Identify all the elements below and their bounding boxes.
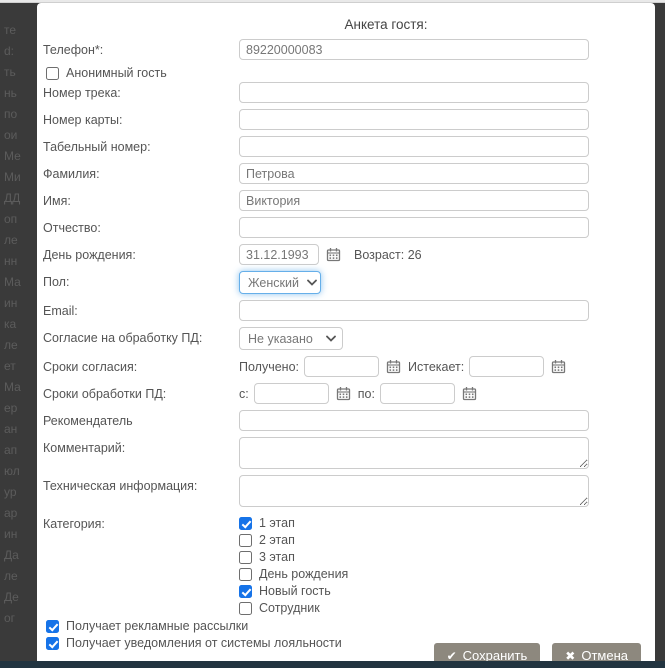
mailing-label: Получает рекламные рассылки — [66, 619, 248, 633]
guest-form-modal: Анкета гостя: Телефон*: Анонимный гость … — [37, 3, 655, 668]
processing-from-input[interactable] — [254, 383, 329, 404]
gender-select-value: Женский — [248, 276, 299, 290]
consent-row: Согласие на обработку ПД: Не указано — [43, 327, 641, 350]
category-option: 2 этап — [239, 533, 348, 547]
lastname-input[interactable] — [239, 163, 589, 184]
consent-received-calendar-icon[interactable] — [386, 359, 401, 374]
category-row: Категория: 1 этап 2 этап 3 этап День рож… — [43, 513, 641, 615]
age-text: Возраст: 26 — [354, 248, 422, 262]
category-new-guest-checkbox[interactable] — [239, 585, 252, 598]
consent-received-label: Получено: — [239, 360, 299, 374]
email-input[interactable] — [239, 300, 589, 321]
category-employee-checkbox[interactable] — [239, 602, 252, 615]
category-employee-label: Сотрудник — [259, 601, 320, 615]
consent-expires-calendar-icon[interactable] — [551, 359, 566, 374]
firstname-input[interactable] — [239, 190, 589, 211]
mailing-row: Получает рекламные рассылки — [46, 619, 641, 633]
lastname-row: Фамилия: — [43, 163, 641, 184]
firstname-label: Имя: — [43, 190, 239, 208]
loyalty-checkbox[interactable] — [46, 637, 59, 650]
consent-select-value: Не указано — [248, 332, 313, 346]
mailing-checkbox[interactable] — [46, 620, 59, 633]
middlename-row: Отчество: — [43, 217, 641, 238]
personnel-number-input[interactable] — [239, 136, 589, 157]
processing-terms-label: Сроки обработки ПД: — [43, 383, 239, 401]
consent-label: Согласие на обработку ПД: — [43, 327, 239, 345]
personnel-number-label: Табельный номер: — [43, 136, 239, 154]
consent-expires-label: Истекает: — [408, 360, 464, 374]
phone-input[interactable] — [239, 39, 589, 60]
processing-from-calendar-icon[interactable] — [336, 386, 351, 401]
category-birthday-label: День рождения — [259, 567, 348, 581]
chevron-down-icon — [307, 279, 317, 286]
consent-received-input[interactable] — [304, 356, 379, 377]
category-stage2-checkbox[interactable] — [239, 534, 252, 547]
track-number-label: Номер трека: — [43, 82, 239, 100]
firstname-row: Имя: — [43, 190, 641, 211]
track-number-input[interactable] — [239, 82, 589, 103]
consent-select[interactable]: Не указано — [239, 327, 343, 350]
anonymous-guest-checkbox[interactable] — [46, 67, 59, 80]
card-number-row: Номер карты: — [43, 109, 641, 130]
page-bottom-bar — [0, 661, 665, 668]
processing-terms-row: Сроки обработки ПД: с: по: — [43, 383, 641, 404]
comment-label: Комментарий: — [43, 437, 239, 455]
category-stage3-label: 3 этап — [259, 550, 295, 564]
gender-select[interactable]: Женский — [239, 271, 321, 294]
email-label: Email: — [43, 300, 239, 318]
middlename-label: Отчество: — [43, 217, 239, 235]
gender-row: Пол: Женский — [43, 271, 641, 294]
modal-title: Анкета гостя: — [43, 17, 641, 32]
lastname-label: Фамилия: — [43, 163, 239, 181]
category-option: День рождения — [239, 567, 348, 581]
anonymous-guest-label: Анонимный гость — [66, 66, 167, 80]
phone-row: Телефон*: — [43, 39, 641, 60]
birthday-label: День рождения: — [43, 244, 239, 262]
birthday-calendar-icon[interactable] — [326, 247, 341, 262]
gender-label: Пол: — [43, 271, 239, 289]
birthday-row: День рождения: Возраст: 26 — [43, 244, 641, 265]
processing-to-input[interactable] — [380, 383, 455, 404]
category-stage1-label: 1 этап — [259, 516, 295, 530]
tech-info-label: Техническая информация: — [43, 475, 239, 493]
category-stage3-checkbox[interactable] — [239, 551, 252, 564]
chevron-down-icon — [326, 335, 336, 342]
category-option: 3 этап — [239, 550, 348, 564]
recommender-row: Рекомендатель — [43, 410, 641, 431]
category-option: Сотрудник — [239, 601, 348, 615]
category-new-guest-label: Новый гость — [259, 584, 331, 598]
processing-from-label: с: — [239, 387, 249, 401]
tech-info-textarea[interactable] — [239, 475, 589, 507]
comment-textarea[interactable] — [239, 437, 589, 469]
consent-expires-input[interactable] — [469, 356, 544, 377]
processing-to-label: по: — [358, 387, 375, 401]
processing-to-calendar-icon[interactable] — [462, 386, 477, 401]
dimmed-background-text: те d: ть нь по ои Ме Ми ДД оп ле нн Ма и… — [4, 20, 37, 650]
page-top-edge — [0, 0, 665, 3]
card-number-label: Номер карты: — [43, 109, 239, 127]
consent-terms-label: Сроки согласия: — [43, 356, 239, 374]
comment-row: Комментарий: — [43, 437, 641, 469]
category-label: Категория: — [43, 513, 239, 531]
category-stage1-checkbox[interactable] — [239, 517, 252, 530]
phone-label: Телефон*: — [43, 39, 239, 57]
category-option: 1 этап — [239, 516, 348, 530]
consent-terms-row: Сроки согласия: Получено: Истекает: — [43, 356, 641, 377]
category-option: Новый гость — [239, 584, 348, 598]
card-number-input[interactable] — [239, 109, 589, 130]
category-birthday-checkbox[interactable] — [239, 568, 252, 581]
category-stage2-label: 2 этап — [259, 533, 295, 547]
middlename-input[interactable] — [239, 217, 589, 238]
track-number-row: Номер трека: — [43, 82, 641, 103]
recommender-label: Рекомендатель — [43, 410, 239, 428]
recommender-input[interactable] — [239, 410, 589, 431]
tech-info-row: Техническая информация: — [43, 475, 641, 507]
birthday-input[interactable] — [239, 244, 319, 265]
anonymous-guest-row: Анонимный гость — [46, 66, 641, 80]
loyalty-label: Получает уведомления от системы лояльнос… — [66, 636, 342, 650]
personnel-number-row: Табельный номер: — [43, 136, 641, 157]
email-row: Email: — [43, 300, 641, 321]
